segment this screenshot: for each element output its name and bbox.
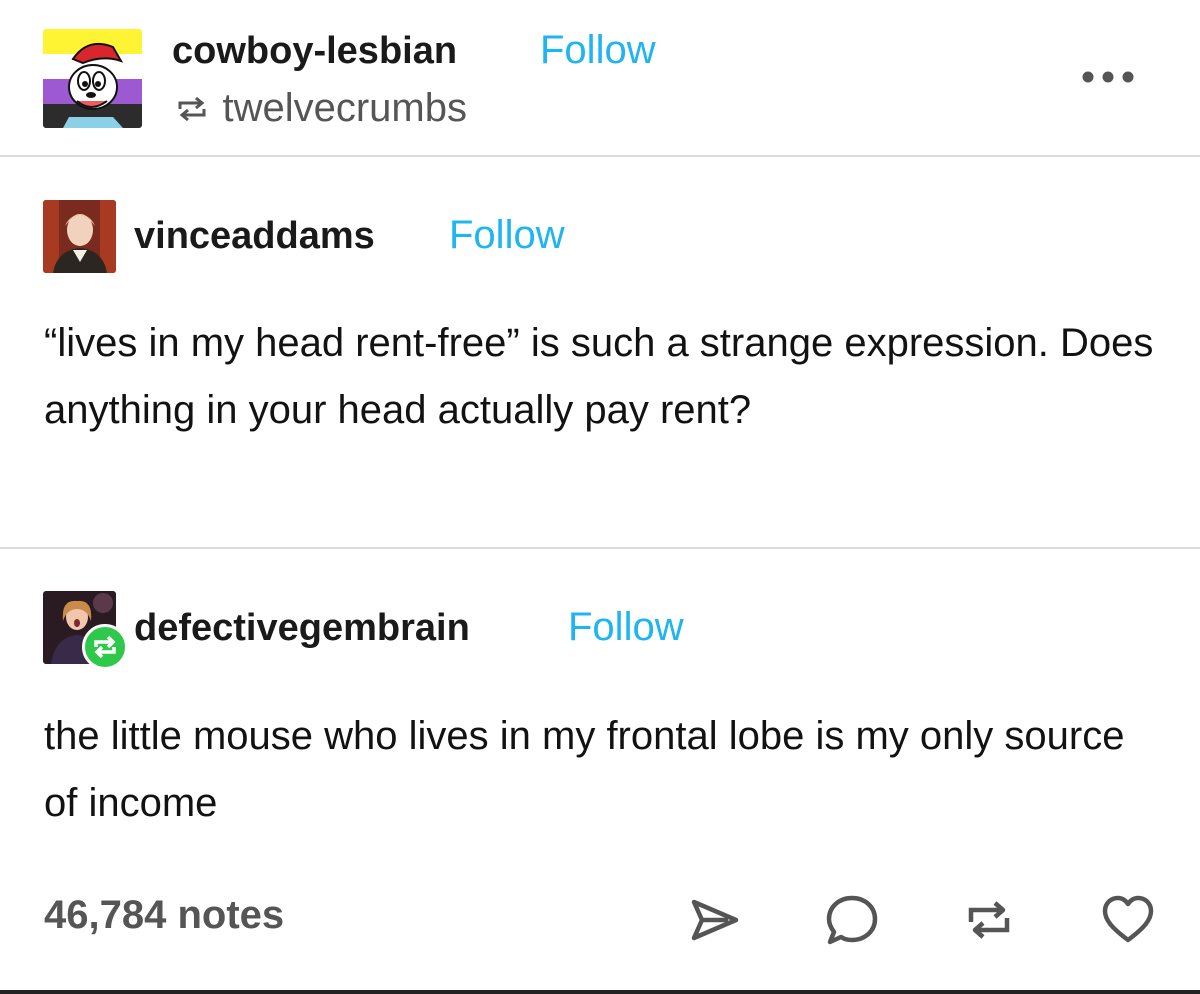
portrait-avatar-icon xyxy=(43,200,116,273)
post-divider xyxy=(0,547,1200,549)
avatar[interactable] xyxy=(43,200,116,273)
reblog-icon[interactable] xyxy=(961,892,1017,948)
cartoon-avatar-icon xyxy=(43,29,142,128)
follow-button[interactable]: Follow xyxy=(568,605,684,650)
reply-icon[interactable] xyxy=(824,892,880,948)
notes-count[interactable]: 46,784 notes xyxy=(44,893,284,938)
share-icon[interactable] xyxy=(686,892,742,948)
reblog-badge-icon xyxy=(82,624,128,670)
reblogged-from-username: twelvecrumbs xyxy=(222,86,467,130)
post-text: “lives in my head rent-free” is such a s… xyxy=(44,321,1154,432)
like-icon[interactable] xyxy=(1100,892,1156,948)
avatar[interactable] xyxy=(43,29,142,128)
header-divider xyxy=(0,155,1200,157)
more-options-icon[interactable] xyxy=(1080,66,1136,88)
post-username[interactable]: vinceaddams xyxy=(134,215,375,258)
bottom-border xyxy=(0,990,1200,994)
post-username[interactable]: defectivegembrain xyxy=(134,607,470,650)
reblogger-username[interactable]: cowboy-lesbian xyxy=(172,30,457,73)
post-text: the little mouse who lives in my frontal… xyxy=(44,714,1125,825)
follow-button[interactable]: Follow xyxy=(540,28,656,73)
reblogged-from[interactable]: twelvecrumbs xyxy=(174,86,467,130)
follow-button[interactable]: Follow xyxy=(449,213,565,258)
reblog-icon xyxy=(174,94,210,124)
